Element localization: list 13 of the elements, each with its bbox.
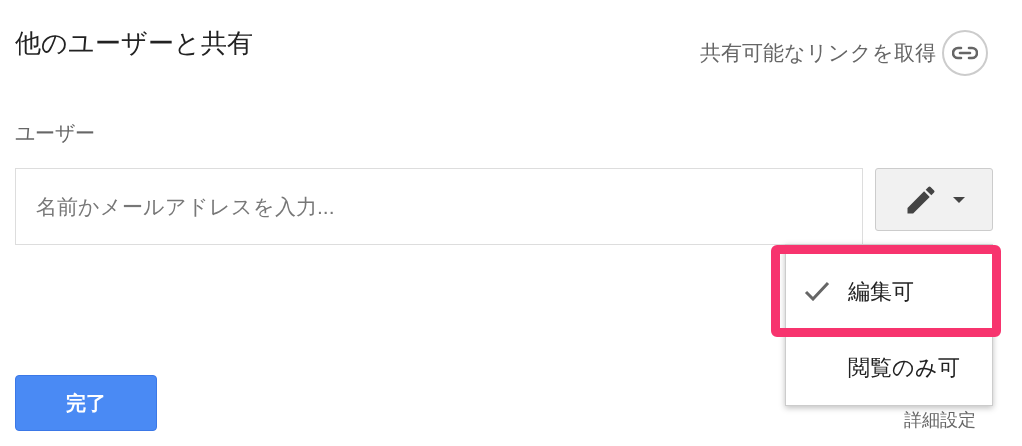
get-link-label[interactable]: 共有可能なリンクを取得 — [700, 37, 936, 69]
caret-icon — [953, 196, 965, 203]
menu-item-label: 閲覧のみ可 — [848, 353, 960, 382]
people-label: ユーザー — [15, 122, 95, 144]
menu-item[interactable]: 閲覧のみ可 — [786, 329, 992, 405]
menu-item[interactable]: 編集可 — [786, 253, 992, 329]
link-icon[interactable] — [942, 30, 988, 76]
people-input[interactable]: 名前かメールアドレスを入力... — [15, 168, 863, 245]
permission-button[interactable] — [875, 168, 993, 231]
dialog-title: 他のユーザーと共有 — [15, 27, 253, 60]
menu-item-label: 編集可 — [848, 277, 914, 306]
advanced-settings-link[interactable]: 詳細設定 — [904, 409, 976, 431]
done-button[interactable]: 完了 — [15, 375, 157, 431]
